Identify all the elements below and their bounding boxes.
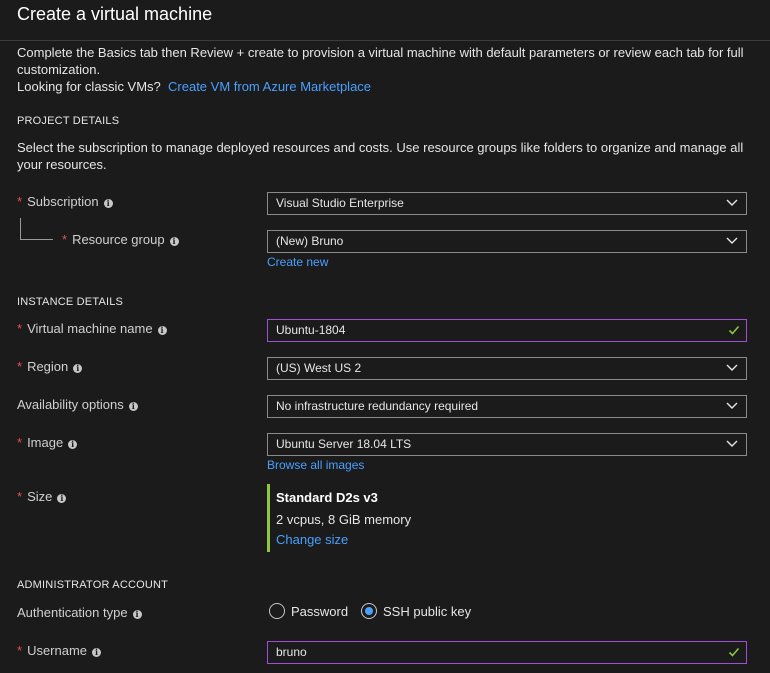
vm-name-value: Ubuntu-1804 <box>276 323 346 337</box>
project-details-heading: PROJECT DETAILS <box>17 115 120 127</box>
instance-details-heading: INSTANCE DETAILS <box>17 296 124 308</box>
required-marker: * <box>17 359 23 374</box>
availability-label: Availability options i <box>17 397 138 412</box>
info-icon[interactable]: i <box>128 402 138 411</box>
chevron-down-icon <box>726 199 738 206</box>
administrator-account-heading: ADMINISTRATOR ACCOUNT <box>17 579 169 591</box>
create-vm-marketplace-link[interactable]: Create VM from Azure Marketplace <box>168 79 371 94</box>
ssh-public-key-radio[interactable] <box>361 603 377 619</box>
required-marker: * <box>17 489 23 504</box>
image-value: Ubuntu Server 18.04 LTS <box>276 437 412 451</box>
chevron-down-icon <box>726 237 738 244</box>
project-details-description: Select the subscription to manage deploy… <box>17 140 744 172</box>
checkmark-icon <box>728 647 740 657</box>
required-marker: * <box>17 194 23 209</box>
info-icon[interactable]: i <box>92 648 102 657</box>
availability-value: No infrastructure redundancy required <box>276 399 479 413</box>
resource-group-value: (New) Bruno <box>276 234 344 248</box>
vm-size-name: Standard D2s v3 <box>276 490 378 505</box>
size-label: * Size i <box>17 489 67 504</box>
required-marker: * <box>17 435 23 450</box>
region-value: (US) West US 2 <box>276 361 362 375</box>
info-icon[interactable]: i <box>73 364 83 373</box>
region-label: * Region i <box>17 359 83 374</box>
password-radio[interactable] <box>269 603 285 619</box>
info-icon[interactable]: i <box>57 494 67 503</box>
create-new-resource-group-link[interactable]: Create new <box>267 255 328 269</box>
intro-text: Complete the Basics tab then Review + cr… <box>17 44 757 95</box>
username-input[interactable]: bruno <box>267 641 747 664</box>
region-dropdown[interactable]: (US) West US 2 <box>267 357 747 380</box>
info-icon[interactable]: i <box>132 610 142 619</box>
classic-vm-line: Looking for classic VMs? Create VM from … <box>17 78 757 95</box>
subscription-label: * Subscription i <box>17 194 113 209</box>
resource-group-label: * Resource group i <box>62 232 179 247</box>
image-dropdown[interactable]: Ubuntu Server 18.04 LTS <box>267 433 747 456</box>
vm-name-input[interactable]: Ubuntu-1804 <box>267 319 747 342</box>
auth-type-label: Authentication type i <box>17 605 142 620</box>
resource-group-dropdown[interactable]: (New) Bruno <box>267 230 747 253</box>
info-icon[interactable]: i <box>103 199 113 208</box>
chevron-down-icon <box>726 364 738 371</box>
chevron-down-icon <box>726 402 738 409</box>
page-title: Create a virtual machine <box>17 4 213 24</box>
change-size-link[interactable]: Change size <box>276 532 348 547</box>
username-value: bruno <box>276 645 307 659</box>
subscription-value: Visual Studio Enterprise <box>276 196 404 210</box>
browse-all-images-link[interactable]: Browse all images <box>267 458 364 472</box>
info-icon[interactable]: i <box>169 237 179 246</box>
required-marker: * <box>17 321 23 336</box>
ssh-public-key-radio-label[interactable]: SSH public key <box>383 604 471 619</box>
tree-connector <box>20 218 53 240</box>
vm-size-summary: Standard D2s v3 2 vcpus, 8 GiB memory Ch… <box>267 484 570 552</box>
required-marker: * <box>17 643 23 658</box>
info-icon[interactable]: i <box>68 440 78 449</box>
availability-dropdown[interactable]: No infrastructure redundancy required <box>267 395 747 418</box>
password-radio-label[interactable]: Password <box>291 604 348 619</box>
classic-vm-prefix: Looking for classic VMs? <box>17 79 161 94</box>
username-label: * Username i <box>17 643 102 658</box>
vm-size-spec: 2 vcpus, 8 GiB memory <box>276 512 412 527</box>
image-label: * Image i <box>17 435 78 450</box>
intro-description: Complete the Basics tab then Review + cr… <box>17 45 744 77</box>
vm-name-label: * Virtual machine name i <box>17 321 167 336</box>
info-icon[interactable]: i <box>157 326 167 335</box>
subscription-dropdown[interactable]: Visual Studio Enterprise <box>267 192 747 215</box>
page-header: Create a virtual machine <box>0 0 770 41</box>
checkmark-icon <box>728 325 740 335</box>
required-marker: * <box>62 232 68 247</box>
chevron-down-icon <box>726 440 738 447</box>
